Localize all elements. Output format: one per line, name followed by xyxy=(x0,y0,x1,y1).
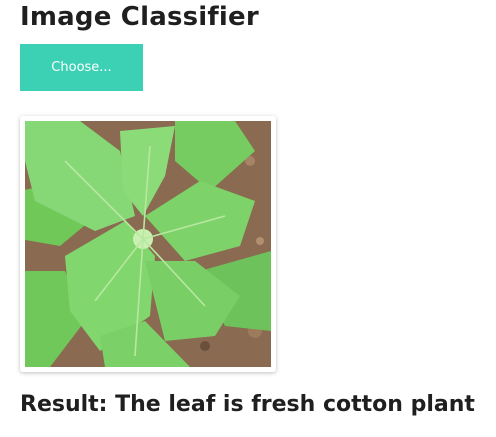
classification-result: Result: The leaf is fresh cotton plant xyxy=(20,392,475,417)
page-title: Image Classifier xyxy=(20,2,259,32)
choose-file-button[interactable]: Choose... xyxy=(20,44,143,91)
cotton-leaf-image xyxy=(25,121,271,367)
image-preview xyxy=(20,116,276,372)
